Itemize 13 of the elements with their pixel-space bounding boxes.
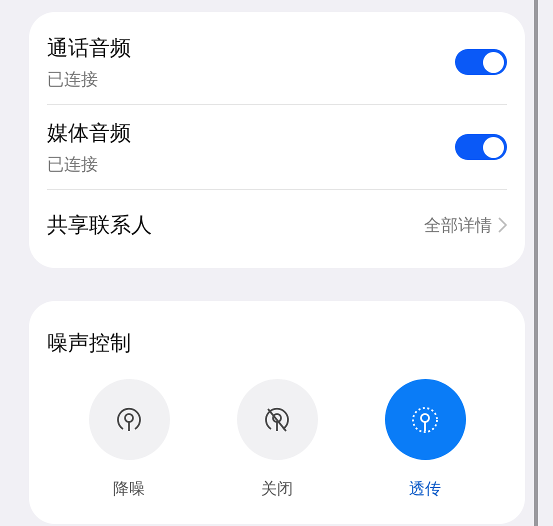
mode-label: 透传 [409, 479, 441, 500]
details-link[interactable]: 全部详情 [424, 214, 492, 236]
chevron-right-icon [498, 217, 507, 233]
toggle-switch[interactable] [455, 49, 507, 75]
setting-title[interactable]: 共享联系人 [47, 211, 152, 239]
setting-title: 媒体音频 [47, 120, 131, 146]
toggle-switch[interactable] [455, 134, 507, 160]
setting-status: 已连接 [47, 68, 99, 90]
section-title: 噪声控制 [47, 330, 132, 357]
mode-label: 关闭 [261, 479, 293, 500]
mode-label: 降噪 [113, 479, 145, 500]
setting-status: 已连接 [47, 154, 99, 176]
setting-title: 通话音频 [47, 34, 131, 62]
